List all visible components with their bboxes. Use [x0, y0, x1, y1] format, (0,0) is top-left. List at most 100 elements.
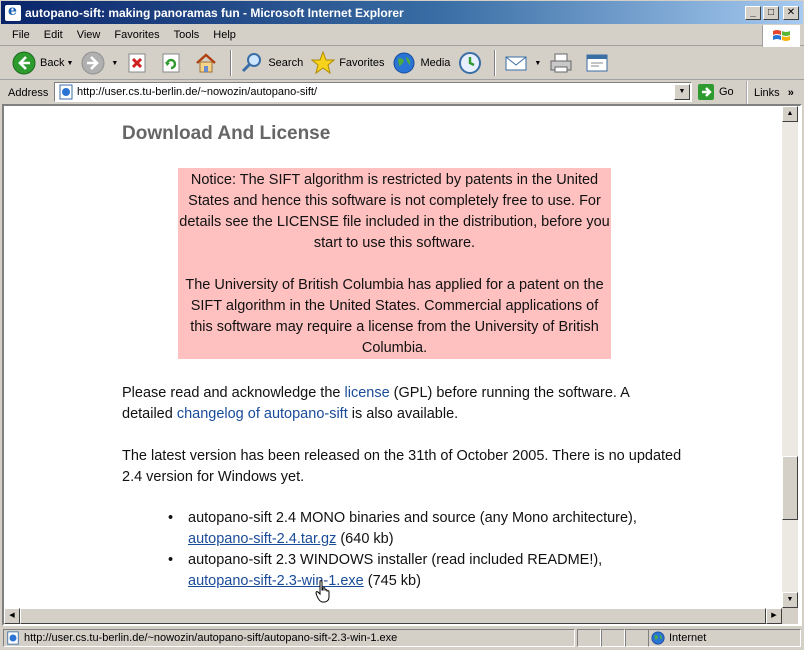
- ie-icon: [5, 3, 21, 21]
- media-label: Media: [420, 57, 451, 69]
- web-page: Download And License Notice: The SIFT al…: [4, 106, 782, 608]
- bullet-icon: •: [168, 510, 174, 526]
- back-label: Back: [40, 57, 65, 69]
- notice-paragraph: Notice: The SIFT algorithm is restricted…: [179, 172, 610, 251]
- address-url: http://user.cs.tu-berlin.de/~nowozin/aut…: [77, 86, 318, 98]
- home-icon: [196, 53, 217, 73]
- address-dropdown-icon[interactable]: ▼: [674, 84, 690, 100]
- text: is also available.: [347, 406, 459, 422]
- address-bar: Address http://user.cs.tu-berlin.de/~now…: [0, 81, 804, 104]
- menu-favorites[interactable]: Favorites: [107, 29, 166, 41]
- status-slot: [625, 629, 649, 647]
- scroll-down-icon[interactable]: ▼: [782, 592, 798, 608]
- stop-button[interactable]: [122, 49, 156, 77]
- address-input[interactable]: http://user.cs.tu-berlin.de/~nowozin/aut…: [54, 82, 692, 102]
- media-button[interactable]: Media: [388, 49, 454, 77]
- page-icon: [7, 631, 19, 645]
- toolbar: Back ▼ ▼ Search Favorites Media ▼: [0, 47, 804, 80]
- menu-help[interactable]: Help: [206, 29, 243, 41]
- security-zone-pane: Internet: [648, 629, 801, 647]
- patent-notice: Notice: The SIFT algorithm is restricted…: [178, 168, 611, 359]
- refresh-icon: [162, 53, 180, 73]
- home-button[interactable]: [190, 49, 226, 77]
- forward-arrow-icon: [81, 51, 105, 75]
- scrollbar-corner: [782, 608, 798, 624]
- mail-icon: [505, 56, 527, 71]
- internet-globe-icon: [651, 631, 665, 645]
- back-button[interactable]: Back ▼: [8, 49, 77, 77]
- notice-paragraph: The University of British Columbia has a…: [185, 277, 604, 356]
- release-paragraph: The latest version has been released on …: [122, 448, 682, 485]
- status-text: http://user.cs.tu-berlin.de/~nowozin/aut…: [24, 632, 398, 644]
- back-arrow-icon: [12, 51, 36, 75]
- download-description: autopano-sift 2.3 WINDOWS installer (rea…: [188, 552, 603, 568]
- stop-icon: [128, 53, 146, 73]
- search-label: Search: [268, 57, 304, 69]
- license-link[interactable]: license: [345, 385, 390, 401]
- scroll-left-icon[interactable]: ◀: [4, 608, 20, 624]
- menu-view[interactable]: View: [70, 29, 108, 41]
- license-paragraph: Please read and acknowledge the license …: [122, 383, 682, 425]
- links-label: Links: [754, 86, 780, 99]
- close-button[interactable]: ✕: [783, 5, 799, 20]
- search-icon: [242, 53, 262, 73]
- browser-viewport: Download And License Notice: The SIFT al…: [2, 104, 802, 626]
- history-icon: [459, 52, 482, 74]
- mail-dropdown-icon[interactable]: ▼: [534, 60, 541, 67]
- menu-edit[interactable]: Edit: [37, 29, 70, 41]
- vertical-scroll-thumb[interactable]: [782, 456, 798, 520]
- media-globe-icon: [393, 52, 415, 74]
- download-description: autopano-sift 2.4 MONO binaries and sour…: [188, 510, 637, 526]
- mail-button[interactable]: ▼: [500, 49, 545, 77]
- star-icon: [311, 51, 336, 75]
- vertical-scrollbar[interactable]: ▲ ▼: [782, 106, 798, 608]
- menu-tools[interactable]: Tools: [167, 29, 207, 41]
- go-arrow-icon: [698, 84, 714, 100]
- print-button[interactable]: [545, 49, 581, 77]
- menu-file[interactable]: File: [0, 29, 37, 41]
- text: Please read and acknowledge the: [122, 385, 345, 401]
- refresh-button[interactable]: [156, 49, 190, 77]
- favorites-label: Favorites: [339, 57, 385, 69]
- download-link-tar[interactable]: autopano-sift-2.4.tar.gz: [188, 531, 336, 547]
- page-heading: Download And License: [122, 123, 331, 144]
- maximize-button[interactable]: □: [763, 5, 779, 20]
- bullet-icon: •: [168, 552, 174, 568]
- forward-button[interactable]: ▼: [77, 49, 122, 77]
- title-bar: autopano-sift: making panoramas fun - Mi…: [0, 0, 804, 25]
- window-title: autopano-sift: making panoramas fun - Mi…: [25, 5, 404, 20]
- chevron-right-icon[interactable]: »: [788, 87, 794, 99]
- search-button[interactable]: Search: [236, 49, 307, 77]
- toolbar-separator: [494, 50, 497, 76]
- address-label: Address: [8, 86, 49, 99]
- page-icon: [59, 84, 73, 100]
- go-label: Go: [719, 86, 734, 98]
- zone-label: Internet: [669, 632, 707, 644]
- history-button[interactable]: [454, 49, 490, 77]
- horizontal-scrollbar[interactable]: ◀ ▶: [4, 608, 782, 624]
- download-link-exe[interactable]: autopano-sift-2.3-win-1.exe: [188, 573, 364, 589]
- favorites-button[interactable]: Favorites: [307, 49, 388, 77]
- minimize-button[interactable]: _: [745, 5, 761, 20]
- back-dropdown-icon[interactable]: ▼: [66, 60, 73, 67]
- edit-button[interactable]: [581, 49, 617, 77]
- status-slot: [577, 629, 601, 647]
- hand-cursor-icon: [315, 580, 330, 603]
- status-slot: [601, 629, 625, 647]
- changelog-link[interactable]: changelog of autopano-sift: [177, 406, 348, 422]
- list-item: • autopano-sift 2.3 WINDOWS installer (r…: [168, 550, 712, 592]
- download-size: (640 kb): [336, 531, 394, 547]
- scroll-right-icon[interactable]: ▶: [766, 608, 782, 624]
- toolbar-separator: [230, 50, 233, 76]
- windows-logo-icon: [762, 25, 800, 47]
- window-controls: _ □ ✕: [745, 5, 799, 20]
- menu-bar: File Edit View Favorites Tools Help: [0, 25, 804, 47]
- go-button[interactable]: Go: [697, 83, 734, 101]
- forward-dropdown-icon[interactable]: ▼: [111, 60, 118, 67]
- list-item: • autopano-sift 2.4 MONO binaries and so…: [168, 508, 712, 550]
- links-button[interactable]: Links »: [746, 81, 804, 104]
- printer-icon: [550, 53, 572, 73]
- horizontal-scroll-thumb[interactable]: [20, 608, 766, 624]
- edit-page-icon: [586, 54, 608, 72]
- scroll-up-icon[interactable]: ▲: [782, 106, 798, 122]
